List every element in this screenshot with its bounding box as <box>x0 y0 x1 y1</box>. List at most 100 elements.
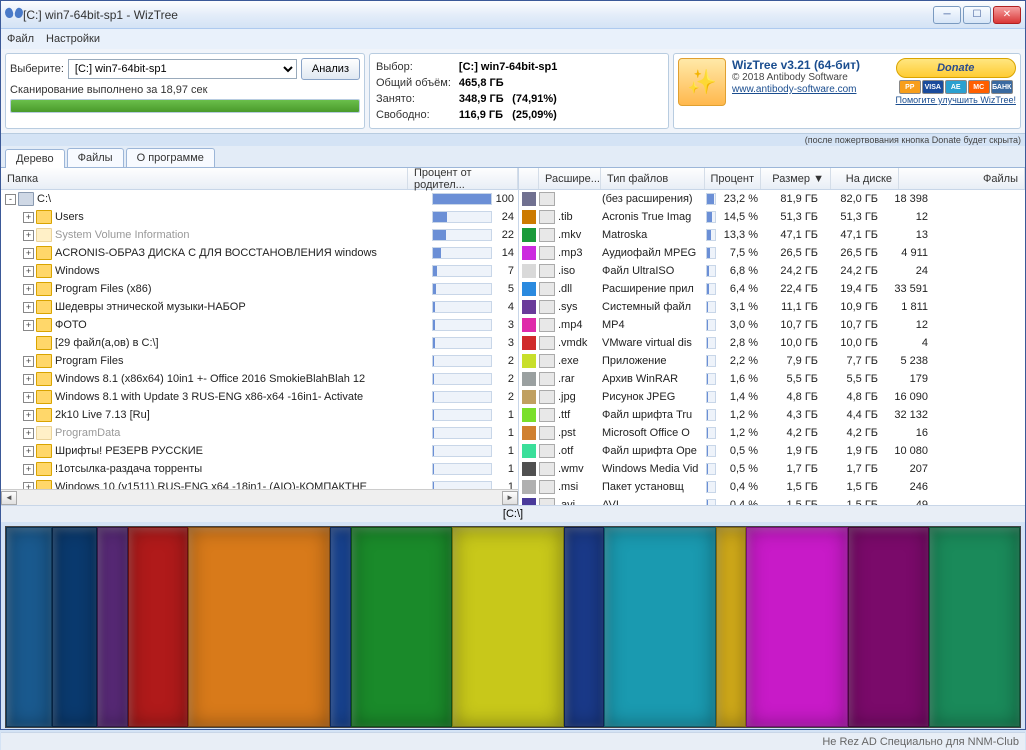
expand-icon[interactable]: + <box>23 428 34 439</box>
tab-files[interactable]: Файлы <box>67 148 124 167</box>
expand-icon[interactable]: + <box>23 248 34 259</box>
tree-row[interactable]: +!1отсылка-раздача торренты1 <box>1 460 518 478</box>
expand-icon[interactable]: + <box>23 482 34 490</box>
tree-row[interactable]: +Users24 <box>1 208 518 226</box>
expand-icon[interactable]: + <box>23 212 34 223</box>
menu-file[interactable]: Файл <box>7 33 34 45</box>
menu-settings[interactable]: Настройки <box>46 33 100 45</box>
treemap-block[interactable] <box>330 527 350 727</box>
treemap-block[interactable] <box>128 527 189 727</box>
expand-icon[interactable]: + <box>23 464 34 475</box>
expand-icon[interactable]: + <box>23 446 34 457</box>
treemap-block[interactable] <box>746 527 847 727</box>
ext-row[interactable]: .mkvMatroska13,3 %47,1 ГБ47,1 ГБ13 <box>519 226 1025 244</box>
tree-body[interactable]: -C:\100+Users24+System Volume Informatio… <box>1 190 518 489</box>
content-area: Папка Процент от родител... -C:\100+User… <box>1 167 1025 505</box>
expand-icon[interactable]: + <box>23 266 34 277</box>
col-ext[interactable]: Расшире... <box>539 168 601 189</box>
tab-about[interactable]: О программе <box>126 148 215 167</box>
treemap-block[interactable] <box>564 527 605 727</box>
ext-row[interactable]: (без расширения)23,2 %81,9 ГБ82,0 ГБ18 3… <box>519 190 1025 208</box>
treemap[interactable] <box>5 526 1021 728</box>
ext-body[interactable]: (без расширения)23,2 %81,9 ГБ82,0 ГБ18 3… <box>519 190 1025 505</box>
col-disk[interactable]: На диске <box>831 168 899 189</box>
treemap-block[interactable] <box>716 527 746 727</box>
tree-row[interactable]: +Windows 10 (v1511) RUS-ENG x64 -18in1- … <box>1 478 518 489</box>
drive-select[interactable]: [C:] win7-64bit-sp1 <box>68 59 297 79</box>
tree-row[interactable]: -C:\100 <box>1 190 518 208</box>
ext-row[interactable]: .aviAVI0,4 %1,5 ГБ1,5 ГБ49 <box>519 496 1025 505</box>
treemap-block[interactable] <box>97 527 127 727</box>
treemap-block[interactable] <box>6 527 52 727</box>
col-percent[interactable]: Процент от родител... <box>408 168 518 189</box>
col-pct[interactable]: Процент <box>705 168 761 189</box>
ext-pct: 6,8 % <box>718 265 762 277</box>
close-button[interactable]: ✕ <box>993 6 1021 24</box>
scroll-right-icon[interactable]: ► <box>502 491 518 505</box>
tree-hscroll[interactable]: ◄ ► <box>1 489 518 505</box>
treemap-block[interactable] <box>52 527 98 727</box>
expand-icon[interactable]: + <box>23 356 34 367</box>
tree-row[interactable]: +Program Files2 <box>1 352 518 370</box>
ext-row[interactable]: .jpgРисунок JPEG1,4 %4,8 ГБ4,8 ГБ16 090 <box>519 388 1025 406</box>
ext-row[interactable]: .sysСистемный файл3,1 %11,1 ГБ10,9 ГБ1 8… <box>519 298 1025 316</box>
donate-button[interactable]: Donate <box>896 58 1016 78</box>
tree-row[interactable]: +Windows 8.1 (x86x64) 10in1 +- Office 20… <box>1 370 518 388</box>
expand-icon[interactable]: + <box>23 284 34 295</box>
expand-icon[interactable]: + <box>23 374 34 385</box>
tree-row[interactable]: +ACRONIS-ОБРАЗ ДИСКА С ДЛЯ ВОССТАНОВЛЕНИ… <box>1 244 518 262</box>
ext-row[interactable]: .mp3Аудиофайл MPEG7,5 %26,5 ГБ26,5 ГБ4 9… <box>519 244 1025 262</box>
analyze-button[interactable]: Анализ <box>301 58 360 80</box>
tree-row[interactable]: +Windows 8.1 with Update 3 RUS-ENG x86-x… <box>1 388 518 406</box>
expand-icon[interactable]: + <box>23 320 34 331</box>
tree-row[interactable]: +System Volume Information22 <box>1 226 518 244</box>
ext-row[interactable]: .mp4MP43,0 %10,7 ГБ10,7 ГБ12 <box>519 316 1025 334</box>
treemap-block[interactable] <box>604 527 716 727</box>
ext-row[interactable]: .rarАрхив WinRAR1,6 %5,5 ГБ5,5 ГБ179 <box>519 370 1025 388</box>
ext-row[interactable]: .wmvWindows Media Vid0,5 %1,7 ГБ1,7 ГБ20… <box>519 460 1025 478</box>
ext-row[interactable]: .otfФайл шрифта Ope0,5 %1,9 ГБ1,9 ГБ10 0… <box>519 442 1025 460</box>
tree-row[interactable]: +ФОТО3 <box>1 316 518 334</box>
expand-icon[interactable]: - <box>5 194 16 205</box>
scroll-left-icon[interactable]: ◄ <box>1 491 17 505</box>
donate-hint[interactable]: Помогите улучшить WizTree! <box>896 95 1016 105</box>
treemap-block[interactable] <box>188 527 330 727</box>
ext-row[interactable]: .ttfФайл шрифта Tru1,2 %4,3 ГБ4,4 ГБ32 1… <box>519 406 1025 424</box>
treemap-block[interactable] <box>929 527 1020 727</box>
col-folder[interactable]: Папка <box>1 168 408 189</box>
treemap-block[interactable] <box>452 527 564 727</box>
expand-icon[interactable]: + <box>23 230 34 241</box>
app-website-link[interactable]: www.antibody-software.com <box>732 84 857 95</box>
expand-icon[interactable]: + <box>23 410 34 421</box>
expand-icon[interactable]: + <box>23 392 34 403</box>
ext-row[interactable]: .pstMicrosoft Office O1,2 %4,2 ГБ4,2 ГБ1… <box>519 424 1025 442</box>
tab-tree[interactable]: Дерево <box>5 149 65 168</box>
ext-row[interactable]: .isoФайл UltraISO6,8 %24,2 ГБ24,2 ГБ24 <box>519 262 1025 280</box>
ext-row[interactable]: .msiПакет установщ0,4 %1,5 ГБ1,5 ГБ246 <box>519 478 1025 496</box>
tree-row[interactable]: [29 файл(а,ов) в C:\]3 <box>1 334 518 352</box>
maximize-button[interactable]: ☐ <box>963 6 991 24</box>
ext-row[interactable]: .tibAcronis True Imag14,5 %51,3 ГБ51,3 Г… <box>519 208 1025 226</box>
treemap-block[interactable] <box>848 527 929 727</box>
tree-row[interactable]: +Шрифты! РЕЗЕРВ РУССКИЕ1 <box>1 442 518 460</box>
tree-row[interactable]: +ProgramData1 <box>1 424 518 442</box>
tree-row[interactable]: +Шедевры этнической музыки-НАБОР4 <box>1 298 518 316</box>
expand-icon[interactable]: + <box>23 302 34 313</box>
minimize-button[interactable]: ─ <box>933 6 961 24</box>
tree-row[interactable]: +Windows7 <box>1 262 518 280</box>
col-type[interactable]: Тип файлов <box>601 168 705 189</box>
tree-item-name: ФОТО <box>55 319 432 331</box>
ext-row[interactable]: .dllРасширение прил6,4 %22,4 ГБ19,4 ГБ33… <box>519 280 1025 298</box>
col-size[interactable]: Размер ▼ <box>761 168 831 189</box>
ext-row[interactable]: .vmdkVMware virtual dis2,8 %10,0 ГБ10,0 … <box>519 334 1025 352</box>
ext-pct: 7,5 % <box>718 247 762 259</box>
status-text: Не Rez AD Специально для NNM-Club <box>822 736 1019 748</box>
tree-row[interactable]: +2k10 Live 7.13 [Ru]1 <box>1 406 518 424</box>
ext-name: .mp3 <box>558 247 602 259</box>
tree-row[interactable]: +Program Files (x86)5 <box>1 280 518 298</box>
color-swatch <box>522 282 536 296</box>
col-files[interactable]: Файлы <box>899 168 1025 189</box>
ext-row[interactable]: .exeПриложение2,2 %7,9 ГБ7,7 ГБ5 238 <box>519 352 1025 370</box>
ext-name: .rar <box>558 373 602 385</box>
treemap-block[interactable] <box>351 527 452 727</box>
